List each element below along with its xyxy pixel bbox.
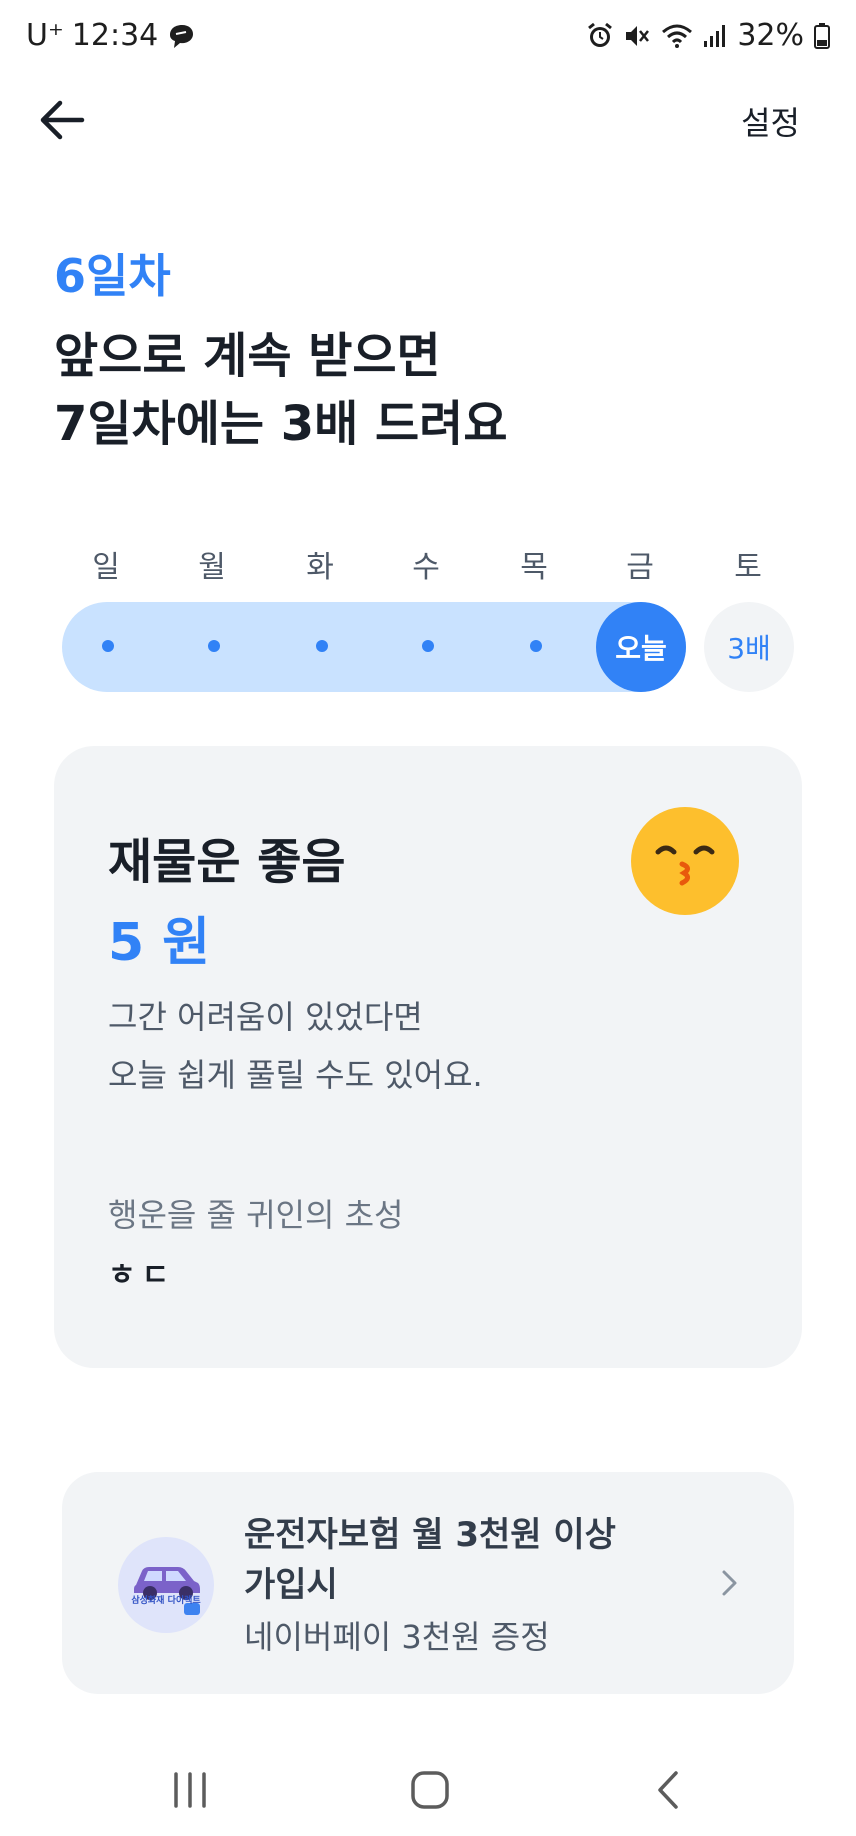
status-bar: U⁺ 12:34 32% [0,0,856,76]
weekday-row: 일 월 화 수 목 금 토 [60,542,816,585]
day-count-label: 6일차 [54,249,171,303]
settings-button[interactable]: 설정 [741,98,800,144]
completed-day-dot [422,640,434,652]
alarm-icon [587,22,613,50]
completed-day-dot [316,640,328,652]
ad-logo-text: 삼성화재 다이렉트 [131,1596,201,1606]
ad-subtitle: 네이버페이 3천원 증정 [244,1618,550,1656]
helper-initials-label: 행운을 줄 귀인의 초성 [108,1196,404,1234]
weekday-label: 목 [520,550,548,585]
car-logo-icon: 삼성화재 다이렉트 [118,1537,214,1633]
system-nav-bar [0,1740,856,1836]
ad-title-line-2: 가입시 [244,1565,338,1605]
arrow-left-icon [40,100,85,140]
back-button[interactable] [36,92,92,148]
weekday-label: 금 [626,550,654,585]
status-left: U⁺ 12:34 [26,18,196,53]
carrier-label: U⁺ [26,18,64,53]
signal-icon [703,23,727,49]
headline-line-1: 앞으로 계속 받으면 [54,328,441,384]
chevron-right-icon [714,1568,744,1598]
messenger-icon [166,21,196,51]
battery-icon [814,22,830,50]
completed-day-dot [208,640,220,652]
fortune-desc-line-1: 그간 어려움이 있었다면 [108,998,423,1036]
weekday-label: 토 [734,550,762,585]
home-icon [411,1771,449,1809]
ad-title-line-1: 운전자보험 월 3천원 이상 [244,1515,616,1555]
status-right: 32% [587,18,830,53]
bonus-day-marker: 3배 [704,602,794,692]
today-marker: 오늘 [596,602,686,692]
fortune-desc-line-2: 오늘 쉽게 풀릴 수도 있어요. [108,1056,483,1094]
kissing-face-icon [630,806,740,916]
recent-apps-icon [174,1772,206,1808]
fortune-description: 그간 어려움이 있었다면 오늘 쉽게 풀릴 수도 있어요. [108,988,483,1104]
battery-percent: 32% [737,18,804,53]
chevron-left-icon [658,1771,678,1809]
mute-icon [623,22,651,50]
completed-day-dot [102,640,114,652]
system-back-button[interactable] [640,1760,700,1820]
insurance-promo-banner[interactable]: 삼성화재 다이렉트 운전자보험 월 3천원 이상 가입시 네이버페이 3천원 증… [62,1472,794,1694]
home-button[interactable] [400,1760,460,1820]
page-title: 앞으로 계속 받으면 7일차에는 3배 드려요 [54,322,508,458]
fortune-card: 재물운 좋음 5 원 그간 어려움이 있었다면 오늘 쉽게 풀릴 수도 있어요.… [54,746,802,1368]
wifi-icon [661,22,693,50]
completed-day-dot [530,640,542,652]
weekday-label: 수 [412,550,440,585]
fortune-title: 재물운 좋음 [108,834,346,890]
weekday-label: 월 [198,550,226,585]
recent-apps-button[interactable] [160,1760,220,1820]
weekday-label: 화 [306,550,334,585]
weekday-label: 일 [92,550,120,585]
headline-line-2: 7일차에는 3배 드려요 [54,396,508,452]
reward-amount: 5 원 [108,913,211,973]
attendance-progress-track [62,602,686,692]
helper-initials-value: ㅎㄷ [108,1258,176,1293]
clock: 12:34 [71,18,159,53]
